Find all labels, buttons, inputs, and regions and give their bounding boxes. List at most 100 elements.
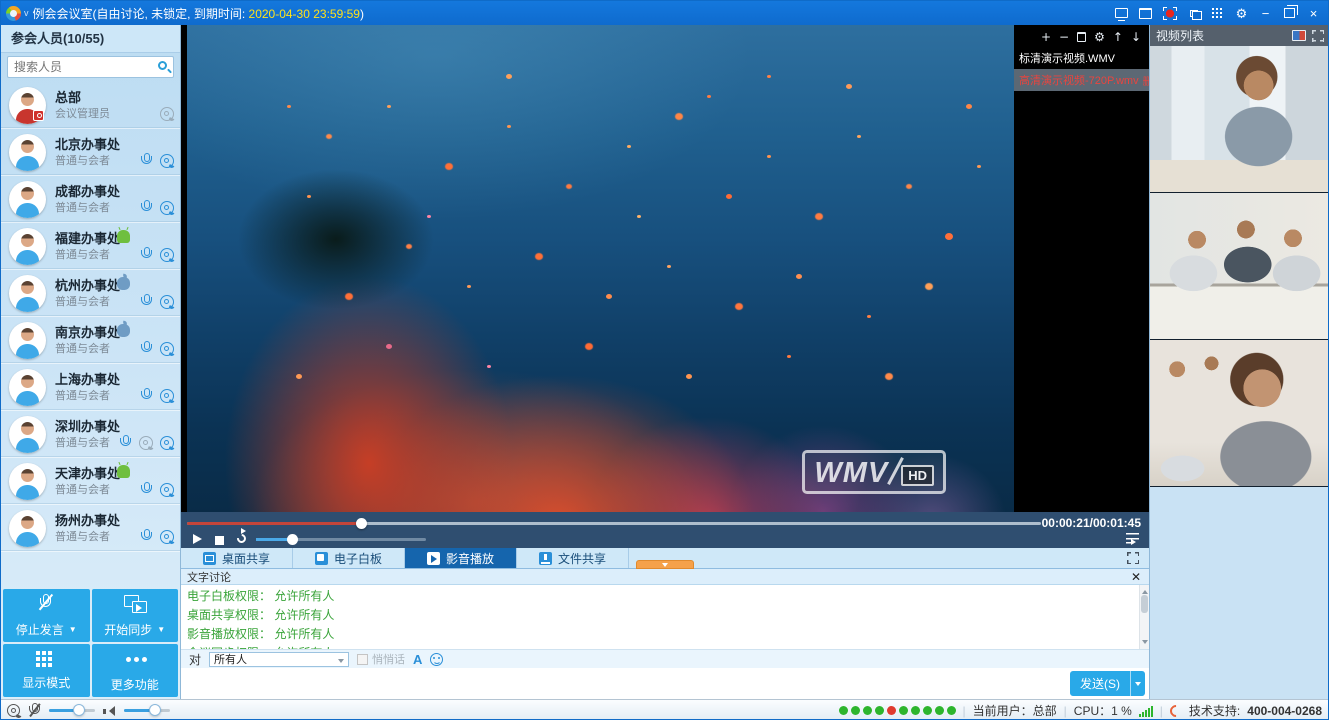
gear-icon[interactable]: ⚙ — [1094, 31, 1105, 43]
camera-icon[interactable] — [160, 248, 174, 262]
mic-icon[interactable] — [140, 529, 153, 544]
send-button[interactable]: 发送(S) — [1070, 671, 1130, 696]
playlist-item[interactable]: 标清演示视频.WMV — [1014, 47, 1149, 69]
participant-row[interactable]: 上海办事处 普通与会者 — [1, 364, 180, 411]
expand-icon[interactable] — [1127, 552, 1139, 564]
progress-bar[interactable] — [187, 522, 1041, 525]
participant-row[interactable]: 深圳办事处 普通与会者 — [1, 411, 180, 458]
mic-icon[interactable] — [140, 482, 153, 497]
send-options-caret[interactable] — [1130, 671, 1145, 696]
camera-icon[interactable] — [160, 201, 174, 215]
stop-speaking-button[interactable]: 停止发言▼ — [3, 589, 90, 642]
remove-icon[interactable]: − — [1059, 31, 1069, 43]
layout-grid-icon[interactable] — [1209, 5, 1226, 21]
collapse-chat-handle[interactable] — [636, 560, 694, 569]
chat-header: 文字讨论 ✕ — [181, 569, 1149, 585]
move-down-icon[interactable]: ↓ — [1131, 31, 1141, 43]
chat-scrollbar[interactable] — [1139, 585, 1149, 649]
settings-gear-icon[interactable]: ⚙ — [1233, 5, 1250, 21]
camera-icon[interactable] — [160, 154, 174, 168]
participant-row[interactable]: 扬州办事处 普通与会者 — [1, 505, 180, 552]
camera-off-icon[interactable] — [139, 436, 153, 450]
camera-icon[interactable] — [160, 436, 174, 450]
mic-icon[interactable] — [119, 435, 132, 450]
display-mode-button[interactable]: 显示模式 — [3, 644, 90, 697]
webcam-status-icon[interactable] — [7, 704, 20, 717]
playlist-item-selected[interactable]: 高清演示视频-720P.wmv 删除 — [1014, 69, 1149, 91]
network-share-icon[interactable] — [1185, 5, 1202, 21]
emoji-icon[interactable] — [430, 653, 443, 666]
video-mode-icon[interactable] — [1292, 30, 1306, 41]
camera-off-icon[interactable] — [160, 107, 174, 121]
record-icon[interactable] — [1161, 5, 1178, 21]
scroll-down-icon[interactable] — [1142, 640, 1148, 647]
volume-thumb[interactable] — [287, 534, 298, 545]
replay-button[interactable] — [235, 532, 248, 545]
participant-row[interactable]: 天津办事处 普通与会者 — [1, 458, 180, 505]
speaker-volume-slider[interactable] — [124, 709, 170, 712]
search-input[interactable] — [8, 57, 148, 77]
window-mode-icon[interactable] — [1137, 5, 1154, 21]
tab-file-share[interactable]: 文件共享 — [517, 548, 629, 568]
expand-icon[interactable] — [1312, 30, 1324, 42]
close-button[interactable]: × — [1305, 5, 1322, 21]
mic-volume-slider[interactable] — [49, 709, 95, 712]
hd-badge: HD — [901, 465, 934, 486]
camera-icon[interactable] — [160, 483, 174, 497]
participant-row[interactable]: 总部 会议管理员 — [1, 82, 180, 129]
trash-icon[interactable] — [1077, 32, 1086, 42]
move-up-icon[interactable]: ↑ — [1113, 31, 1123, 43]
video-thumbnail[interactable] — [1150, 340, 1329, 487]
chevron-down-icon[interactable]: v — [24, 8, 29, 18]
start-sync-button[interactable]: 开始同步▼ — [92, 589, 179, 642]
maximize-button[interactable] — [1281, 5, 1298, 21]
add-icon[interactable]: + — [1041, 31, 1051, 43]
chat-close-icon[interactable]: ✕ — [1131, 571, 1141, 583]
mic-icon[interactable] — [140, 200, 153, 215]
mic-muted-icon[interactable] — [28, 703, 41, 718]
mic-icon[interactable] — [140, 153, 153, 168]
chat-input-area[interactable]: 发送(S) — [181, 668, 1149, 699]
search-icon[interactable] — [158, 61, 167, 70]
start-sync-label: 开始同步 — [104, 621, 152, 638]
play-button[interactable] — [193, 534, 207, 544]
video-thumbnail[interactable] — [1150, 193, 1329, 340]
scroll-thumb[interactable] — [1141, 595, 1148, 613]
participant-row[interactable]: 福建办事处 普通与会者 — [1, 223, 180, 270]
screen-share-icon[interactable] — [1113, 5, 1130, 21]
participant-name: 杭州办事处 — [55, 275, 120, 294]
tab-desktop-share[interactable]: 桌面共享 — [181, 548, 293, 568]
mic-volume-thumb[interactable] — [73, 704, 85, 716]
recipient-value: 所有人 — [214, 651, 247, 667]
mic-icon[interactable] — [140, 247, 153, 262]
whisper-checkbox[interactable] — [357, 654, 368, 665]
mic-icon[interactable] — [140, 388, 153, 403]
playlist-toggle-icon[interactable] — [1126, 533, 1139, 544]
participant-row[interactable]: 南京办事处 普通与会者 — [1, 317, 180, 364]
speaker-volume-thumb[interactable] — [149, 704, 161, 716]
camera-icon[interactable] — [160, 295, 174, 309]
mic-icon[interactable] — [140, 294, 153, 309]
camera-icon[interactable] — [160, 389, 174, 403]
recipient-select[interactable]: 所有人 — [209, 652, 349, 667]
more-features-button[interactable]: 更多功能 — [92, 644, 179, 697]
video-thumbnail[interactable] — [1150, 46, 1329, 193]
volume-slider[interactable] — [256, 538, 426, 541]
stop-button[interactable] — [215, 536, 224, 545]
app-logo-icon[interactable] — [6, 6, 21, 21]
camera-icon[interactable] — [160, 530, 174, 544]
participant-row[interactable]: 成都办事处 普通与会者 — [1, 176, 180, 223]
mic-icon[interactable] — [140, 341, 153, 356]
tab-whiteboard[interactable]: 电子白板 — [293, 548, 405, 568]
progress-thumb[interactable] — [356, 518, 367, 529]
playing-video[interactable]: WMV HD — [187, 25, 1014, 512]
speaker-icon[interactable] — [103, 705, 116, 717]
font-button[interactable]: A — [413, 652, 422, 667]
tab-media-playback[interactable]: 影音播放 — [405, 548, 517, 568]
signal-bars-icon — [1139, 705, 1153, 717]
participant-row[interactable]: 北京办事处 普通与会者 — [1, 129, 180, 176]
minimize-button[interactable]: − — [1257, 5, 1274, 21]
participant-row[interactable]: 杭州办事处 普通与会者 — [1, 270, 180, 317]
camera-icon[interactable] — [160, 342, 174, 356]
scroll-up-icon[interactable] — [1142, 587, 1148, 594]
